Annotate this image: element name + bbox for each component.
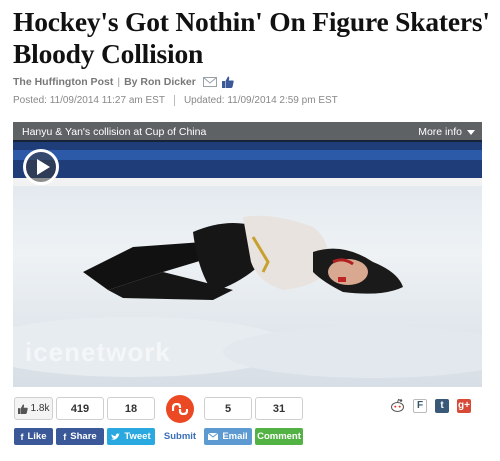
envelope-icon[interactable] bbox=[202, 77, 217, 87]
play-icon[interactable] bbox=[23, 149, 59, 185]
tweet-label: Tweet bbox=[124, 431, 151, 442]
article-headline: Hockey's Got Nothin' On Figure Skaters' … bbox=[13, 6, 490, 69]
tweet-count: 18 bbox=[107, 397, 155, 420]
author-name[interactable]: By Ron Dicker bbox=[124, 76, 196, 88]
facebook-count-value: 1.8k bbox=[30, 403, 50, 414]
video-title-bar: Hanyu & Yan's collision at Cup of China … bbox=[13, 122, 482, 142]
extra-share-icons: F t g+ bbox=[390, 398, 471, 413]
comment-count: 31 bbox=[255, 397, 303, 420]
chevron-down-icon bbox=[467, 129, 475, 135]
stumble-submit-button[interactable]: Submit bbox=[158, 428, 202, 445]
posted-date: Posted: 11/09/2014 11:27 am EST bbox=[13, 95, 165, 106]
byline-separator: | bbox=[117, 76, 121, 88]
byline: The Huffington Post | By Ron Dicker bbox=[13, 75, 234, 89]
date-divider bbox=[173, 95, 175, 106]
facebook-icon: f bbox=[20, 431, 24, 442]
email-label: Email bbox=[222, 431, 248, 442]
email-count: 5 bbox=[204, 397, 252, 420]
video-caption: Hanyu & Yan's collision at Cup of China bbox=[22, 126, 207, 138]
facebook-like-button[interactable]: f Like bbox=[14, 428, 53, 445]
twitter-bird-icon bbox=[111, 432, 121, 440]
share-label: Share bbox=[70, 431, 97, 442]
tumblr-icon[interactable]: t bbox=[435, 398, 449, 413]
stumbleupon-icon[interactable] bbox=[166, 395, 194, 423]
video-watermark: icenetwork bbox=[25, 337, 171, 367]
more-info-label: More info bbox=[418, 126, 462, 138]
tweet-button[interactable]: Tweet bbox=[107, 428, 155, 445]
source-name[interactable]: The Huffington Post bbox=[13, 76, 113, 88]
more-info-toggle[interactable]: More info bbox=[418, 126, 475, 138]
fark-icon[interactable]: F bbox=[413, 398, 427, 413]
video-player[interactable]: Hanyu & Yan's collision at Cup of China … bbox=[13, 122, 482, 387]
envelope-icon bbox=[208, 433, 219, 440]
email-share-button[interactable]: Email bbox=[204, 428, 252, 445]
thumbs-up-icon bbox=[17, 403, 28, 414]
google-plus-icon[interactable]: g+ bbox=[457, 398, 471, 413]
thumbs-up-icon[interactable] bbox=[221, 76, 234, 88]
article-dates: Posted: 11/09/2014 11:27 am EST Updated:… bbox=[13, 95, 338, 106]
facebook-share-button[interactable]: f Share bbox=[56, 428, 104, 445]
reddit-icon[interactable] bbox=[390, 398, 405, 413]
comment-button[interactable]: Comment bbox=[255, 428, 303, 445]
facebook-like-count[interactable]: 1.8k bbox=[14, 397, 53, 420]
like-label: Like bbox=[27, 431, 47, 442]
updated-date: Updated: 11/09/2014 2:59 pm EST bbox=[183, 95, 338, 106]
facebook-icon: f bbox=[63, 431, 67, 442]
share-count: 419 bbox=[56, 397, 104, 420]
